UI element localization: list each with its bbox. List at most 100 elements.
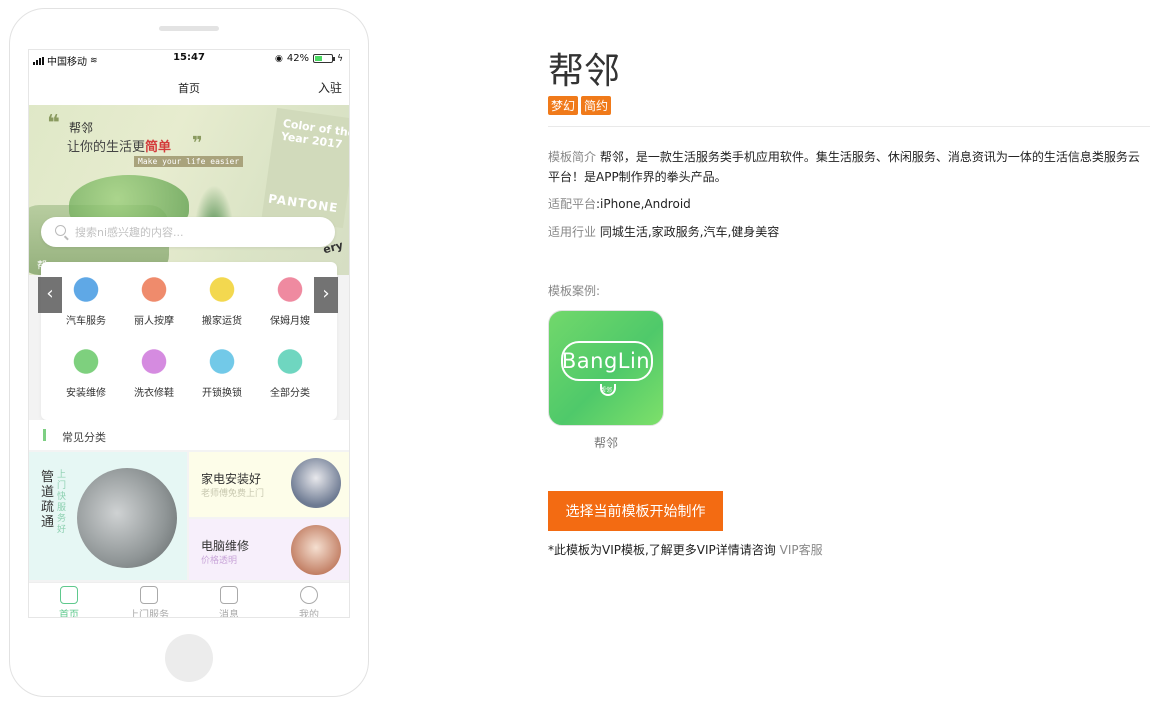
category-label: 开锁换锁 xyxy=(202,388,242,399)
vip-note-text: *此模板为VIP模板,了解更多VIP详情请咨询 xyxy=(548,543,776,557)
promo-subtitle: 上门快服务好 xyxy=(57,470,67,535)
template-platform: 适配平台:iPhone,Android xyxy=(548,194,1143,214)
search-icon xyxy=(55,225,66,236)
tab-messages[interactable]: 消息 xyxy=(189,586,269,618)
search-bar[interactable] xyxy=(41,217,335,247)
nav-bar: 首页 入驻 xyxy=(29,68,349,105)
category-item[interactable]: 洗衣修鞋 xyxy=(119,348,189,399)
tab-label: 首页 xyxy=(59,610,79,618)
divider xyxy=(548,126,1150,127)
banner-slogan-emphasis: 简单 xyxy=(145,140,172,155)
vip-note: *此模板为VIP模板,了解更多VIP详情请咨询 VIP客服 xyxy=(548,541,823,558)
status-bar: 中国移动 ≋ 15:47 ◉ 42% ϟ xyxy=(29,50,349,68)
join-button[interactable]: 入驻 xyxy=(318,79,342,96)
intro-label: 模板简介 xyxy=(548,150,597,164)
start-build-button[interactable]: 选择当前模板开始制作 xyxy=(548,491,723,531)
carousel-next-button[interactable]: › xyxy=(314,277,338,313)
banner-slogan: 让你的生活更简单 xyxy=(67,140,172,155)
worker-image xyxy=(291,458,341,508)
lock-icon xyxy=(208,348,236,378)
category-label: 汽车服务 xyxy=(66,316,106,327)
case-name: 帮邻 xyxy=(593,436,618,450)
category-label: 丽人按摩 xyxy=(134,316,174,327)
quote-open-icon: ❝ xyxy=(47,111,60,136)
banner-pantone-card: Color of the Year 2017 PANTONE xyxy=(261,107,349,229)
tag-badge: 简约 xyxy=(581,96,612,115)
category-label: 全部分类 xyxy=(270,388,310,399)
case-app-icon[interactable]: BangLin 帮邻 xyxy=(548,310,664,426)
banner-tagline: Make your life easier xyxy=(134,156,244,167)
laptop-image xyxy=(291,525,341,575)
category-label: 安装维修 xyxy=(66,388,106,399)
chevron-left-icon: ‹ xyxy=(46,283,54,304)
quote-close-icon: ❞ xyxy=(192,133,203,154)
category-item[interactable]: 安装维修 xyxy=(51,348,121,399)
phone-screen: 中国移动 ≋ 15:47 ◉ 42% ϟ 首页 入驻 Color of the … xyxy=(28,49,350,618)
search-input[interactable] xyxy=(75,221,325,243)
vip-support-link[interactable]: VIP客服 xyxy=(780,543,823,557)
promo-title: 管道疏通 xyxy=(41,470,55,530)
grid-icon xyxy=(276,348,304,378)
case-logo-text: BangLin xyxy=(561,349,651,373)
tab-bar: 首页 上门服务 消息 我的 xyxy=(29,582,349,618)
platform-value: :iPhone,Android xyxy=(596,197,691,211)
category-item[interactable]: 全部分类 xyxy=(255,348,325,399)
promo-subtitle: 价格透明 xyxy=(201,556,238,566)
promo-card-appliance[interactable]: 家电安装好 老师傅免费上门 xyxy=(189,452,349,517)
category-grid: 汽车服务 丽人按摩 搬家运货 保姆月嫂 安装维修 洗衣修鞋 开锁换锁 全部分类 xyxy=(41,262,337,420)
tab-home[interactable]: 首页 xyxy=(29,586,109,618)
tab-profile[interactable]: 我的 xyxy=(269,586,349,618)
battery-icon xyxy=(313,54,336,63)
lock-rotation-icon: ◉ xyxy=(274,53,283,64)
template-title: 帮邻 xyxy=(548,51,621,92)
car-icon xyxy=(72,276,100,306)
tag-badge: 梦幻 xyxy=(548,96,579,115)
category-label: 洗衣修鞋 xyxy=(134,388,174,399)
gear-icon xyxy=(72,348,100,378)
promo-title: 电脑维修 xyxy=(201,539,250,553)
hero-banner[interactable]: Color of the Year 2017 PANTONE ❝ 帮邻 让你的生… xyxy=(29,105,349,275)
battery-percent: 42% xyxy=(286,53,310,64)
message-icon xyxy=(220,586,238,604)
tab-label: 我的 xyxy=(299,610,319,618)
charging-icon: ϟ xyxy=(337,53,343,64)
pantone-text: Color of the Year 2017 xyxy=(280,116,349,152)
sink-image xyxy=(77,468,177,568)
home-icon xyxy=(60,586,78,604)
phone-mockup: 中国移动 ≋ 15:47 ◉ 42% ϟ 首页 入驻 Color of the … xyxy=(9,8,369,697)
template-industry: 适用行业 同城生活,家政服务,汽车,健身美容 xyxy=(548,222,1143,242)
carousel-prev-button[interactable]: ‹ xyxy=(38,277,62,313)
template-tags: 梦幻 简约 xyxy=(548,96,612,115)
banner-brand: 帮邻 xyxy=(69,121,94,135)
case-label: 模板案例: xyxy=(548,284,601,298)
category-item[interactable]: 开锁换锁 xyxy=(187,348,257,399)
intro-text: 帮邻，是一款生活服务类手机应用软件。集生活服务、休闲服务、消息资讯为一体的生活信… xyxy=(548,150,1140,184)
tab-label: 上门服务 xyxy=(129,610,169,618)
section-title: 常见分类 xyxy=(62,431,106,444)
category-item[interactable]: 搬家运货 xyxy=(187,276,257,327)
phone-home-button xyxy=(165,634,213,682)
category-label: 搬家运货 xyxy=(202,316,242,327)
profile-icon xyxy=(300,586,318,604)
category-item[interactable]: 丽人按摩 xyxy=(119,276,189,327)
section-accent-bar xyxy=(43,429,46,441)
pantone-brand: PANTONE xyxy=(267,191,340,216)
beauty-icon xyxy=(140,276,168,306)
industry-label: 适用行业 xyxy=(548,225,597,239)
tab-label: 消息 xyxy=(219,610,239,618)
promo-card-computer[interactable]: 电脑维修 价格透明 xyxy=(189,519,349,580)
nanny-icon xyxy=(276,276,304,306)
hanger-icon xyxy=(140,348,168,378)
promo-card-plumbing[interactable]: 管道疏通 上门快服务好 xyxy=(29,452,187,580)
service-icon xyxy=(140,586,158,604)
tab-service[interactable]: 上门服务 xyxy=(109,586,189,618)
house-icon xyxy=(208,276,236,306)
promo-subtitle: 老师傅免费上门 xyxy=(201,489,265,499)
section-header: 常见分类 xyxy=(29,420,349,450)
phone-speaker xyxy=(159,26,219,31)
template-intro: 模板简介 帮邻，是一款生活服务类手机应用软件。集生活服务、休闲服务、消息资讯为一… xyxy=(548,147,1143,187)
platform-label: 适配平台 xyxy=(548,197,597,211)
case-logo-sub: 帮邻 xyxy=(599,387,612,394)
industry-value: 同城生活,家政服务,汽车,健身美容 xyxy=(599,225,780,239)
chevron-right-icon: › xyxy=(322,283,330,304)
